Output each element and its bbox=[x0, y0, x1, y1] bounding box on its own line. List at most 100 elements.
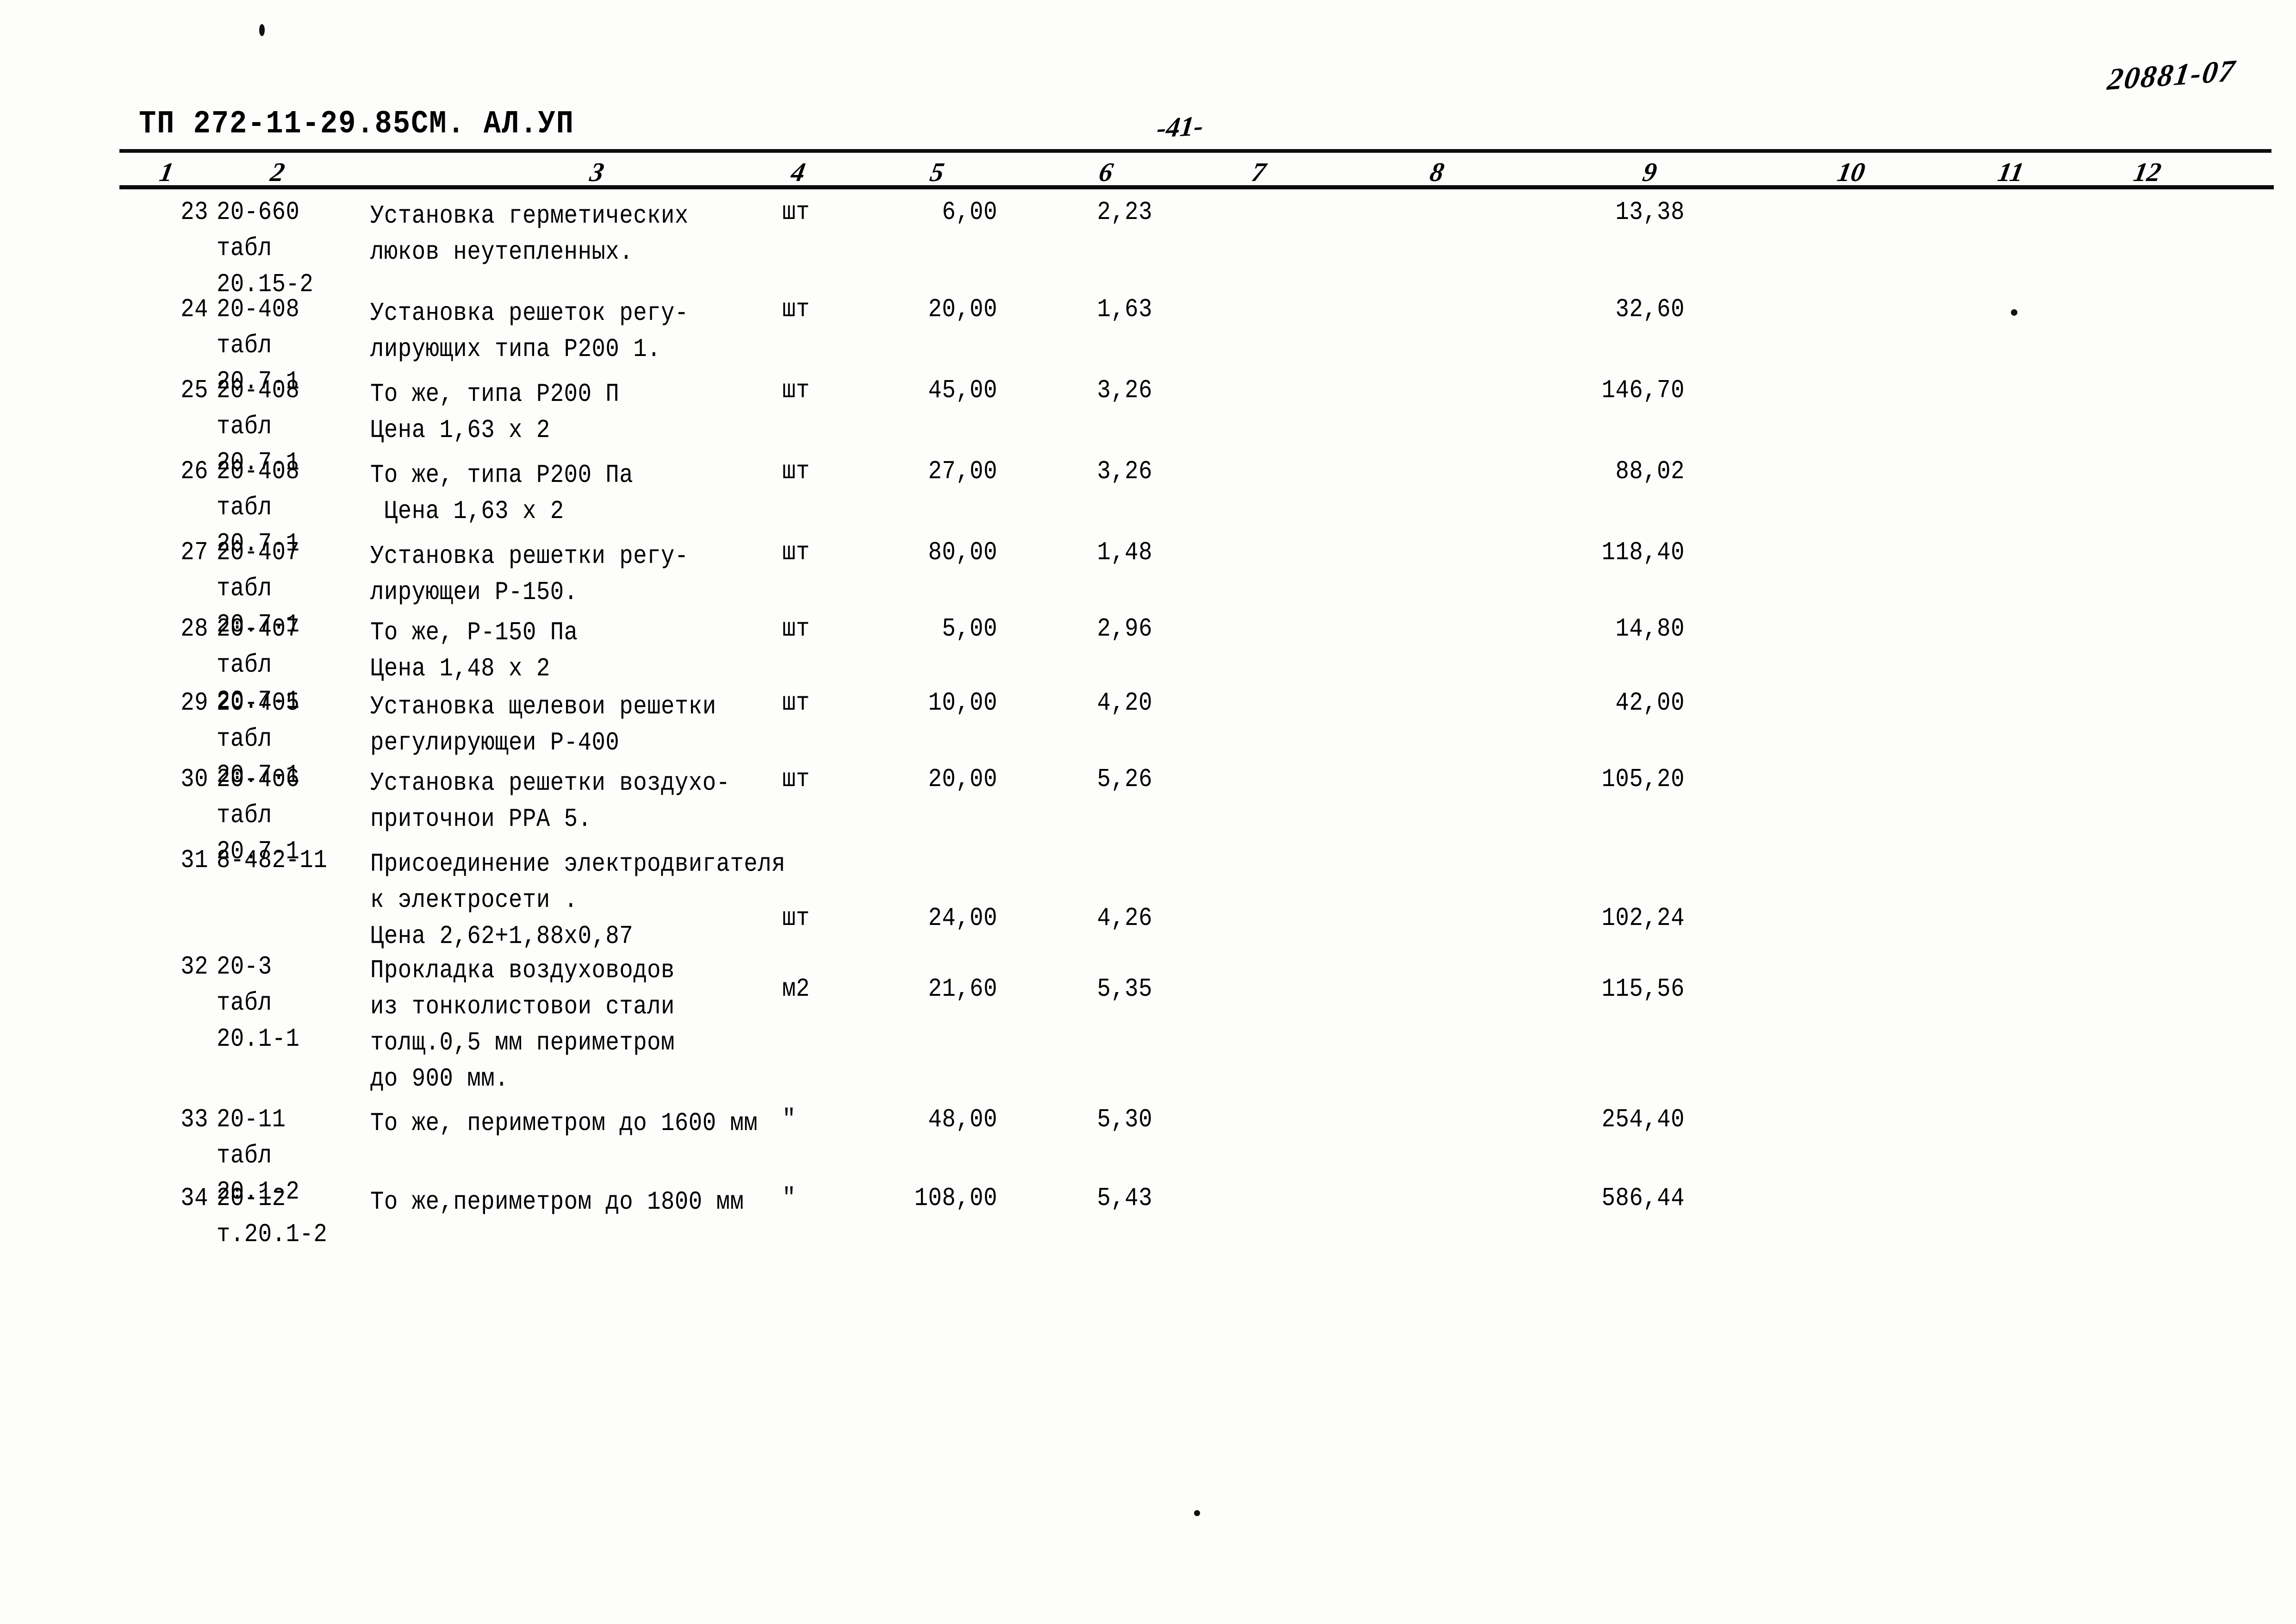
norm-code-line: табл bbox=[217, 1141, 272, 1171]
work-description-line: Установка решеток регу- bbox=[370, 298, 689, 328]
row-index: 29 bbox=[180, 688, 208, 718]
unit-of-measure: " bbox=[782, 1105, 796, 1135]
column-number-6: 6 bbox=[1096, 157, 1116, 187]
row-index: 27 bbox=[180, 537, 208, 568]
unit-of-measure: шт bbox=[782, 764, 810, 794]
work-description-line: Установка решетки воздухо- bbox=[370, 768, 730, 798]
unit-of-measure: шт bbox=[782, 537, 810, 568]
work-description-line: Прокладка воздуховодов bbox=[370, 956, 675, 986]
work-description-line: То же, типа Р200 Па bbox=[370, 460, 634, 490]
work-description-line: Цена 1,63 х 2 bbox=[370, 496, 564, 526]
total-cost-value: 13,38 bbox=[1615, 197, 1685, 227]
row-index: 25 bbox=[180, 375, 208, 406]
row-index: 33 bbox=[180, 1105, 208, 1135]
work-description-line: из тонколистовои стали bbox=[370, 992, 675, 1022]
row-index: 28 bbox=[180, 614, 208, 644]
row-index: 24 bbox=[180, 294, 208, 325]
quantity-value: 48,00 bbox=[928, 1105, 997, 1135]
document-code: ТП 272-11-29.85СМ. АЛ.УП bbox=[139, 106, 574, 143]
total-cost-value: 32,60 bbox=[1615, 294, 1685, 325]
work-description-line: Цена 1,63 х 2 bbox=[370, 415, 550, 445]
work-description-line: Установка щелевои решетки bbox=[370, 692, 716, 722]
norm-code-line: табл bbox=[217, 493, 272, 523]
norm-code-line: 20-11 bbox=[217, 1105, 286, 1135]
column-number-2: 2 bbox=[268, 157, 287, 187]
work-description-line: приточнои РРА 5. bbox=[370, 804, 592, 834]
quantity-value: 24,00 bbox=[928, 903, 997, 933]
ink-speck bbox=[2011, 309, 2017, 316]
total-cost-value: 146,70 bbox=[1601, 375, 1685, 406]
norm-code-line: 20-660 bbox=[217, 197, 300, 227]
norm-code-line: 20-408 bbox=[217, 456, 300, 487]
page-folio: -41- bbox=[1155, 110, 1205, 144]
total-cost-value: 102,24 bbox=[1601, 903, 1685, 933]
row-index: 32 bbox=[180, 952, 208, 982]
norm-code-line: т.20.1-2 bbox=[217, 1219, 328, 1249]
row-index: 30 bbox=[180, 764, 208, 794]
quantity-value: 108,00 bbox=[914, 1183, 997, 1213]
work-description-line: Установка герметических bbox=[370, 201, 689, 231]
norm-code-line: 8-482-11 bbox=[217, 845, 328, 875]
table-row: 31 8-482-11 Присоединение электродвигателя… bbox=[0, 840, 2296, 951]
ink-speck bbox=[259, 24, 265, 36]
unit-of-measure: шт bbox=[782, 197, 810, 227]
unit-of-measure: м2 bbox=[782, 974, 810, 1004]
table-row: 34 20-12 т.20.1-2 То же,периметром до 1800 … bbox=[0, 1178, 2296, 1249]
table-row: 27 20-407 табл 20.7-1 Установка решетки регу… bbox=[0, 532, 2296, 639]
column-number-12: 12 bbox=[2131, 157, 2164, 187]
norm-code-line: табл bbox=[217, 233, 272, 263]
unit-price-value: 2,23 bbox=[1097, 197, 1152, 227]
norm-code-line: табл bbox=[217, 412, 272, 442]
unit-price-value: 5,43 bbox=[1097, 1183, 1152, 1213]
quantity-value: 20,00 bbox=[928, 294, 997, 325]
work-description-line: регулирующеи Р-400 bbox=[370, 728, 620, 758]
norm-code-line: 20-406 bbox=[217, 764, 300, 794]
quantity-value: 80,00 bbox=[928, 537, 997, 568]
archive-stamp-number: 20881-07 bbox=[2105, 53, 2238, 97]
unit-price-value: 4,26 bbox=[1097, 903, 1152, 933]
norm-code-line: табл bbox=[217, 331, 272, 361]
work-description-line: Установка решетки регу- bbox=[370, 541, 689, 571]
unit-price-value: 5,35 bbox=[1097, 974, 1152, 1004]
row-index: 34 bbox=[180, 1183, 208, 1213]
unit-price-value: 1,48 bbox=[1097, 537, 1152, 568]
unit-price-value: 2,96 bbox=[1097, 614, 1152, 644]
unit-of-measure: шт bbox=[782, 614, 810, 644]
work-description-line: люков неутепленных. bbox=[370, 237, 634, 267]
column-number-4: 4 bbox=[789, 157, 808, 187]
work-description-line: лирующеи Р-150. bbox=[370, 577, 578, 607]
ink-speck bbox=[1194, 1510, 1200, 1516]
unit-of-measure: шт bbox=[782, 688, 810, 718]
work-description-line: То же, Р-150 Па bbox=[370, 618, 578, 648]
total-cost-value: 105,20 bbox=[1601, 764, 1685, 794]
norm-code-line: 20-12 bbox=[217, 1183, 286, 1213]
total-cost-value: 14,80 bbox=[1615, 614, 1685, 644]
norm-code-line: 20.1-1 bbox=[217, 1024, 300, 1054]
norm-code-line: табл bbox=[217, 800, 272, 831]
norm-code-line: табл bbox=[217, 650, 272, 680]
norm-code-line: табл bbox=[217, 988, 272, 1018]
unit-of-measure: шт bbox=[782, 903, 810, 933]
quantity-value: 10,00 bbox=[928, 688, 997, 718]
work-description-line: к электросети . bbox=[370, 885, 578, 915]
work-description-line: до 900 мм. bbox=[370, 1064, 509, 1094]
unit-price-value: 3,26 bbox=[1097, 375, 1152, 406]
unit-of-measure: шт bbox=[782, 294, 810, 325]
unit-of-measure: шт bbox=[782, 456, 810, 487]
total-cost-value: 42,00 bbox=[1615, 688, 1685, 718]
norm-code-line: 20-407 bbox=[217, 537, 300, 568]
work-description-line: То же, периметром до 1600 мм bbox=[370, 1108, 758, 1138]
table-row: 30 20-406 табл 20.7-1 Установка решетки возд… bbox=[0, 759, 2296, 866]
column-number-5: 5 bbox=[927, 157, 947, 187]
table-top-rule bbox=[119, 149, 2271, 153]
table-row: 26 20-408 табл 20.7-1 То же, типа Р200 Па Це… bbox=[0, 451, 2296, 558]
total-cost-value: 118,40 bbox=[1601, 537, 1685, 568]
quantity-value: 20,00 bbox=[928, 764, 997, 794]
column-number-3: 3 bbox=[587, 157, 607, 187]
unit-price-value: 5,30 bbox=[1097, 1105, 1152, 1135]
unit-price-value: 4,20 bbox=[1097, 688, 1152, 718]
work-description-line: лирующих типа Р200 1. bbox=[370, 334, 661, 364]
quantity-value: 21,60 bbox=[928, 974, 997, 1004]
norm-code-line: 20-408 bbox=[217, 294, 300, 325]
column-number-11: 11 bbox=[1995, 157, 2027, 187]
